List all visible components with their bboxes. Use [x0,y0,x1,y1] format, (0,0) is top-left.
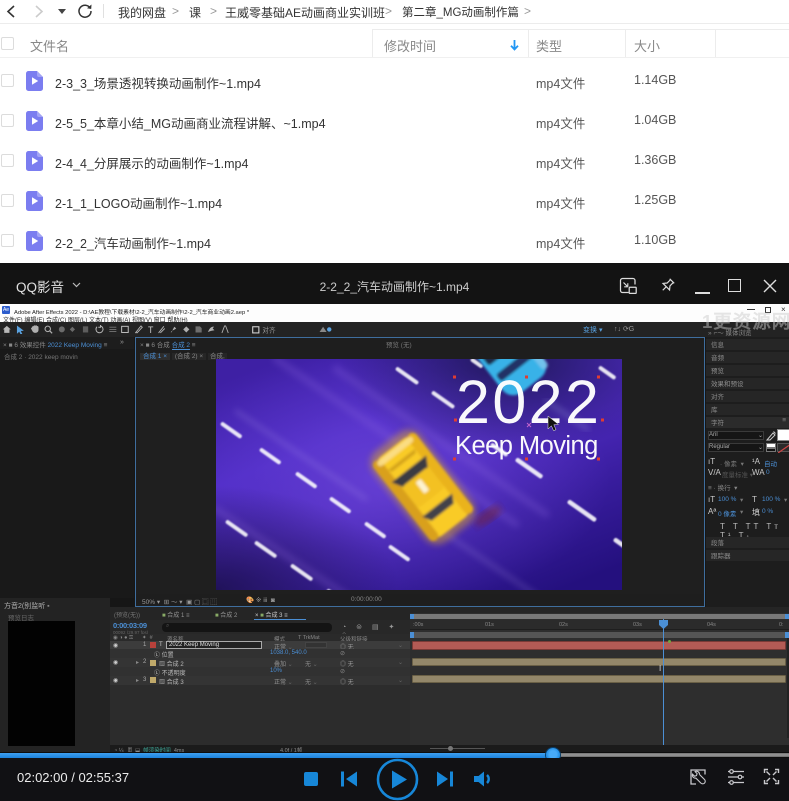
svg-text:Keep Moving: Keep Moving [455,432,598,460]
svg-text:T: T [148,325,154,335]
svg-text:对齐: 对齐 [262,325,276,334]
